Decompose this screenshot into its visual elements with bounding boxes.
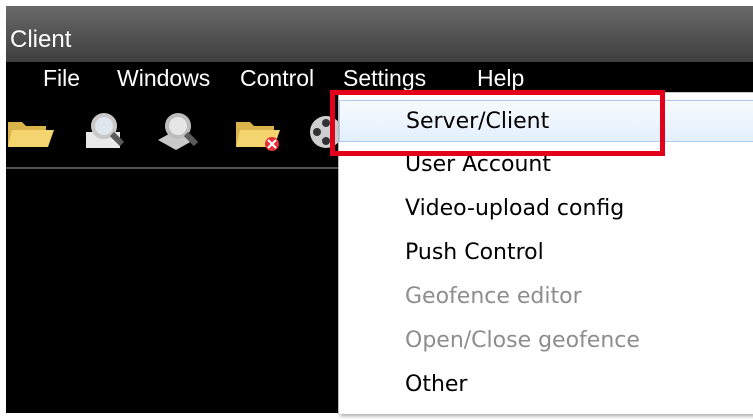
title-bar: Client (6, 6, 753, 62)
settings-dropdown: Server/Client User Account Video-upload … (338, 92, 753, 414)
menu-item-server-client[interactable]: Server/Client (339, 100, 753, 142)
window-title: Client (10, 26, 72, 53)
menu-item-geofence-editor: Geofence editor (405, 284, 582, 309)
menu-bar: File Windows Control Settings Help (6, 62, 753, 94)
menu-control[interactable]: Control (240, 65, 314, 91)
search-icon[interactable] (82, 110, 132, 152)
menu-item-user-account[interactable]: User Account (339, 144, 753, 186)
menu-file[interactable]: File (43, 65, 80, 91)
folder-open-icon[interactable] (6, 110, 56, 152)
menu-item-open-close-geofence: Open/Close geofence (405, 328, 640, 353)
menu-windows[interactable]: Windows (117, 65, 210, 91)
menu-item-other[interactable]: Other (339, 364, 753, 406)
menu-settings[interactable]: Settings (343, 65, 426, 91)
menu-help[interactable]: Help (477, 65, 524, 91)
search-video-icon[interactable] (154, 110, 204, 152)
folder-delete-icon[interactable] (234, 110, 284, 152)
menu-item-push-control[interactable]: Push Control (339, 232, 753, 274)
menu-item-video-upload-config[interactable]: Video-upload config (339, 188, 753, 230)
